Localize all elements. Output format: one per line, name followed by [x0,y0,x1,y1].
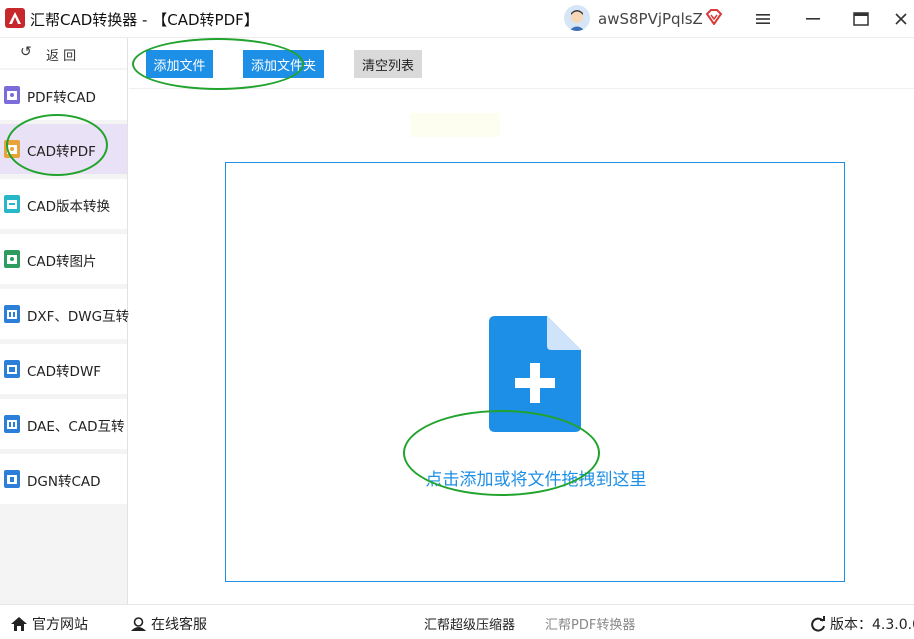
website-label: 官方网站 [32,617,88,633]
sidebar-item-pdf-to-cad[interactable]: PDF转CAD [0,70,127,120]
drop-zone-hint: 点击添加或将文件拖拽到这里 [425,470,647,490]
refresh-icon [811,616,825,632]
sidebar-item-label: CAD版本转换 [27,199,111,215]
maximize-icon[interactable] [848,6,874,32]
version-label: 版本：4.3.0.0 [830,617,914,633]
status-bar: 官方网站 在线客服 汇帮超级压缩器 汇帮PDF转换器 版本：4.3.0.0 [0,604,914,639]
sidebar-item-label: CAD转图片 [27,254,97,270]
sidebar-item-label: DAE、CAD互转 [27,419,125,435]
back-label: 返 回 [46,49,77,64]
sidebar-item-cad-to-dwf[interactable]: CAD转DWF [0,344,127,394]
clear-list-button[interactable]: 清空列表 [354,50,422,78]
dxf-dwg-icon [4,305,20,323]
sidebar-item-label: CAD转DWF [27,364,102,380]
close-icon[interactable] [888,6,914,32]
compressor-link[interactable]: 汇帮超级压缩器 [424,614,515,633]
cad-to-pdf-icon [4,140,20,158]
menu-icon[interactable] [750,6,776,32]
username[interactable]: awS8PVjPqlsZ [598,10,703,28]
add-folder-button[interactable]: 添加文件夹 [243,50,324,78]
back-arrow-icon: ↺ [20,44,32,60]
cad-to-dwf-icon [4,360,20,378]
title-bar: 汇帮CAD转换器 - 【CAD转PDF】 awS8PVjPqlsZ [0,0,914,38]
online-support-link[interactable]: 在线客服 [130,614,207,634]
faint-highlight [410,113,500,137]
add-file-button[interactable]: 添加文件 [146,50,213,78]
back-button[interactable]: ↺ 返 回 [0,38,127,68]
sidebar-item-label: PDF转CAD [27,90,96,106]
cad-to-image-icon [4,250,20,268]
toolbar-divider [129,88,914,89]
sidebar-item-dgn-to-cad[interactable]: DGN转CAD [0,454,127,504]
user-avatar[interactable] [564,5,590,31]
window-title: 汇帮CAD转换器 - 【CAD转PDF】 [30,11,259,29]
support-label: 在线客服 [151,617,207,633]
minimize-icon[interactable] [800,6,826,32]
file-drop-zone[interactable]: 点击添加或将文件拖拽到这里 [225,162,845,582]
sidebar-item-label: DGN转CAD [27,474,101,490]
pdf-to-cad-icon [4,86,20,104]
sidebar-item-cad-to-image[interactable]: CAD转图片 [0,234,127,284]
dgn-to-cad-icon [4,470,20,488]
sidebar-item-label: CAD转PDF [27,144,96,160]
sidebar-item-cad-version[interactable]: CAD版本转换 [0,179,127,229]
sidebar-item-cad-to-pdf[interactable]: CAD转PDF [0,124,127,174]
version-info[interactable]: 版本：4.3.0.0 [810,614,914,634]
support-agent-icon [131,617,146,631]
vip-diamond-icon[interactable] [705,9,723,26]
home-icon [11,617,27,631]
website-link[interactable]: 官方网站 [10,614,88,634]
app-logo-icon [5,8,25,28]
sidebar: ↺ 返 回 PDF转CAD CAD转PDF CAD版本转换 CAD转图片 DXF… [0,38,130,604]
sidebar-item-dae-cad[interactable]: DAE、CAD互转 [0,399,127,449]
sidebar-item-dxf-dwg[interactable]: DXF、DWG互转 [0,289,130,339]
dae-cad-icon [4,415,20,433]
pdf-converter-link[interactable]: 汇帮PDF转换器 [545,614,635,633]
sidebar-item-label: DXF、DWG互转 [27,309,130,325]
add-document-icon [489,316,581,432]
cad-version-icon [4,195,20,213]
